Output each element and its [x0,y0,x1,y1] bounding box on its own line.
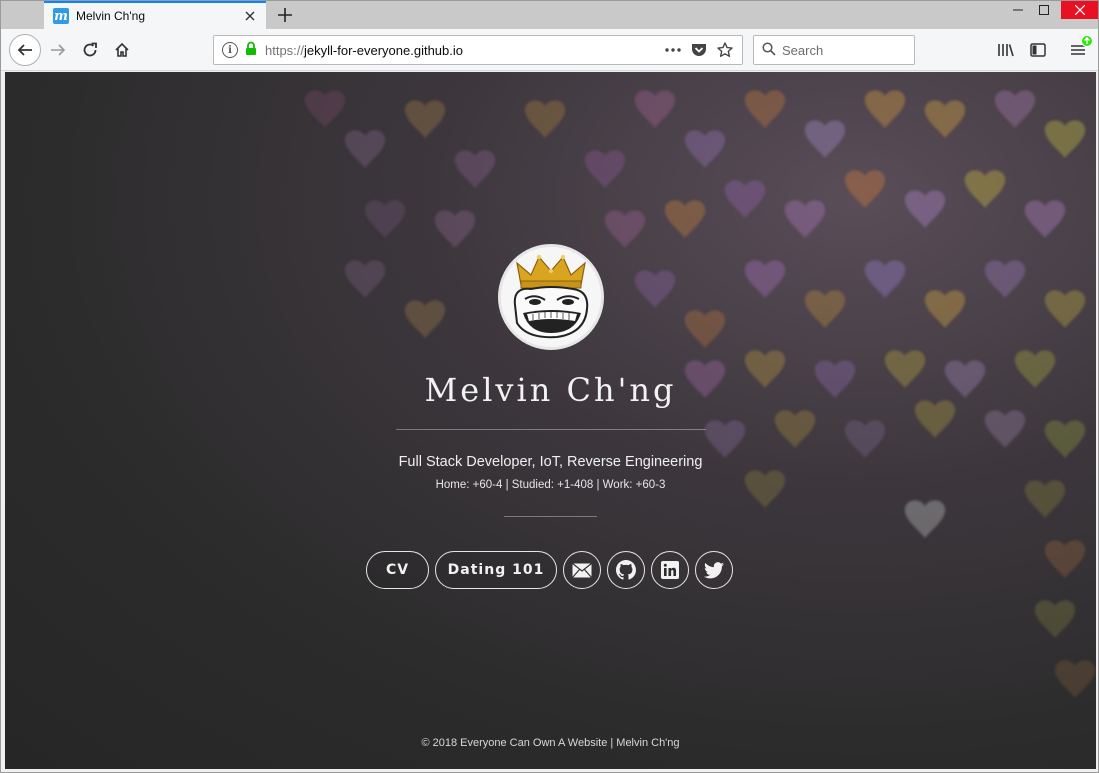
update-icon [1081,35,1093,47]
close-tab-icon[interactable] [240,6,260,26]
bookmark-star-icon[interactable] [712,37,738,63]
library-icon[interactable] [991,35,1021,65]
active-tab[interactable]: m Melvin Ch'ng [44,1,266,29]
more-icon[interactable] [660,37,686,63]
trollface-crown-avatar-icon [501,247,601,347]
hero-section: Melvin Ch'ng Full Stack Developer, IoT, … [5,72,1096,769]
minimize-icon[interactable] [1005,1,1031,19]
search-icon [762,41,776,60]
menu-icon[interactable] [1063,35,1093,65]
search-bar[interactable] [753,35,915,65]
url-host: jekyll-for-everyone.github.io [304,42,463,58]
linkedin-icon[interactable] [651,551,689,589]
browser-window: m Melvin Ch'ng i https://jekyll-for-ever… [0,0,1099,773]
sidebar-icon[interactable] [1023,35,1053,65]
url-scheme: https:// [265,42,305,58]
tab-title: Melvin Ch'ng [76,9,145,23]
lock-icon[interactable] [245,41,257,60]
twitter-icon[interactable] [695,551,733,589]
url-text[interactable]: https://jekyll-for-everyone.github.io [265,43,660,58]
back-icon[interactable] [9,34,41,66]
home-icon[interactable] [107,35,137,65]
pocket-icon[interactable] [686,37,712,63]
reload-icon[interactable] [75,35,105,65]
github-icon[interactable] [607,551,645,589]
email-icon[interactable] [563,551,601,589]
maximize-icon[interactable] [1031,1,1057,19]
title-divider [396,429,706,430]
short-divider [504,516,597,517]
link-buttons: CV Dating 101 [366,551,733,591]
search-input[interactable] [782,42,902,58]
dating-101-button[interactable]: Dating 101 [435,551,557,589]
forward-icon[interactable] [43,35,73,65]
tagline: Full Stack Developer, IoT, Reverse Engin… [398,454,703,470]
info-icon[interactable]: i [222,42,238,58]
site-favicon-icon: m [53,8,69,24]
cv-button[interactable]: CV [366,551,429,589]
page-title: Melvin Ch'ng [424,371,677,409]
nav-toolbar: i https://jekyll-for-everyone.github.io [1,29,1098,71]
url-bar[interactable]: i https://jekyll-for-everyone.github.io [213,35,743,65]
new-tab-icon[interactable] [273,3,297,27]
footer: © 2018 Everyone Can Own A Website | Melv… [421,737,680,749]
tab-bar: m Melvin Ch'ng [1,1,1098,29]
window-close-icon[interactable] [1061,1,1098,19]
web-page: Melvin Ch'ng Full Stack Developer, IoT, … [5,72,1096,769]
avatar [498,244,604,350]
location-codes: Home: +60-4 | Studied: +1-408 | Work: +6… [435,479,666,491]
